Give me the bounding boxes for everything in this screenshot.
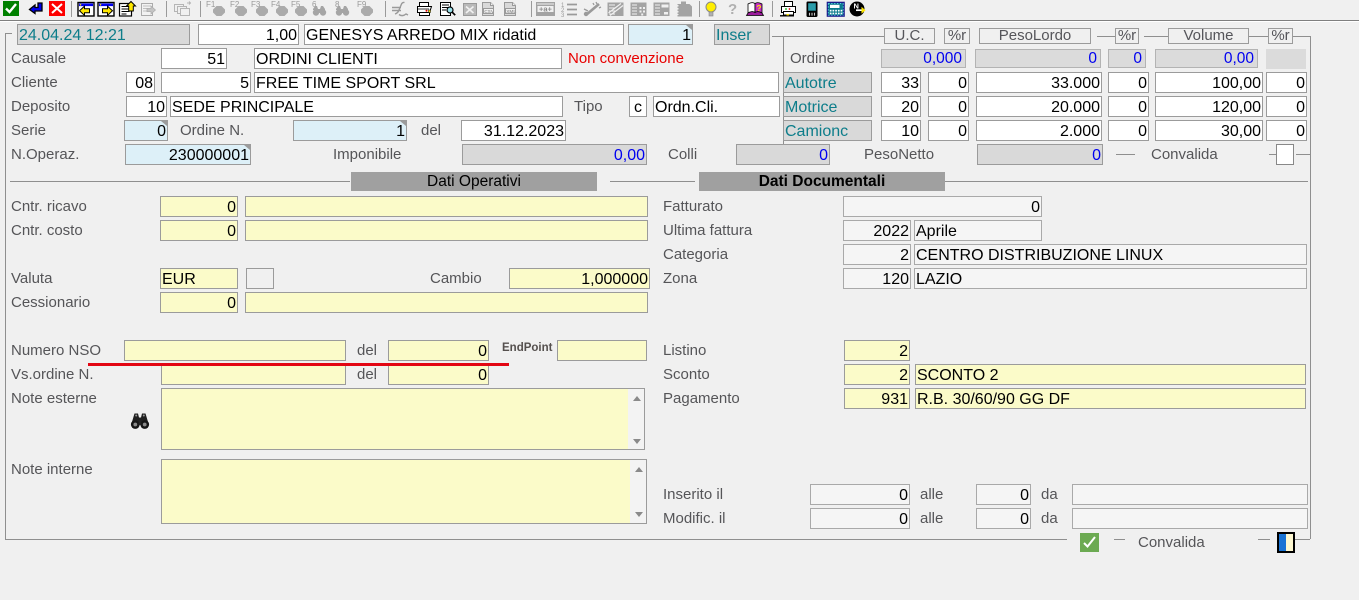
svg-text:CSV: CSV	[484, 9, 495, 15]
svg-text:F1: F1	[206, 0, 216, 9]
svg-text:XML: XML	[506, 9, 516, 15]
svg-text:+a+: +a+	[539, 5, 553, 14]
svg-text:N: N	[854, 2, 859, 11]
svg-text:?: ?	[728, 1, 737, 18]
svg-text:3: 3	[561, 13, 565, 19]
svg-text:?: ?	[757, 4, 762, 13]
